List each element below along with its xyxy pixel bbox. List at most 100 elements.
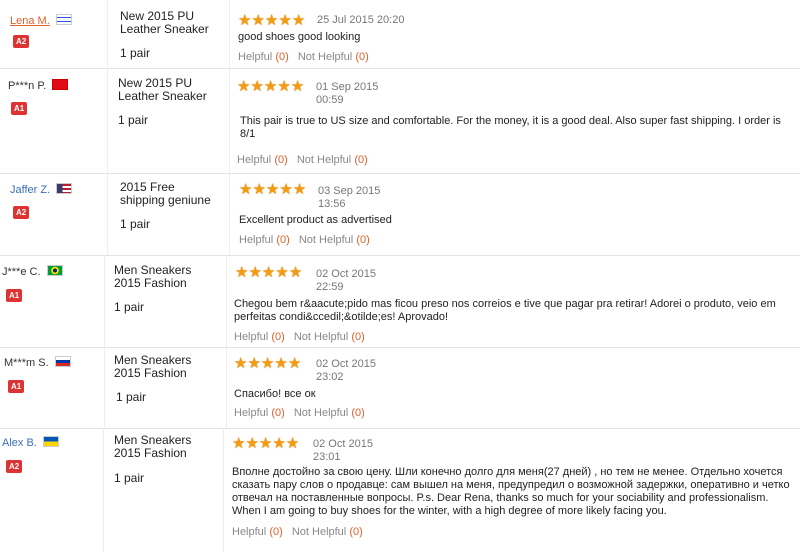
review-date: 01 Sep 2015 00:59 xyxy=(316,81,379,106)
quantity: 1 pair xyxy=(120,46,151,60)
helpful-link[interactable]: Helpful (0) xyxy=(237,154,288,166)
not-helpful-link[interactable]: Not Helpful (0) xyxy=(299,234,370,246)
review-text: Вполне достойно за свою цену. Шли конечн… xyxy=(232,466,790,517)
quantity: 1 pair xyxy=(118,113,149,127)
star-icon: ★ xyxy=(264,12,279,29)
not-helpful-link[interactable]: Not Helpful (0) xyxy=(294,407,365,419)
review-row: Jaffer Z. A2 2015 Free shipping geniune … xyxy=(0,173,800,256)
feedback-links: Helpful (0) Not Helpful (0) xyxy=(234,407,365,419)
reviewer-name: P***n P. xyxy=(8,80,47,92)
star-icon: ★ xyxy=(245,435,259,452)
star-icon: ★ xyxy=(239,181,253,198)
reviewer-name: Jaffer Z. xyxy=(10,184,51,196)
feedback-links: Helpful (0) Not Helpful (0) xyxy=(239,234,370,246)
product-name-link[interactable]: New 2015 PU Leather Sneaker xyxy=(120,10,220,37)
star-icon: ★ xyxy=(251,12,265,29)
star-rating: ★ ★ ★ ★ ★ xyxy=(234,356,301,371)
column-divider xyxy=(104,255,105,347)
star-icon: ★ xyxy=(277,78,291,95)
helpful-link[interactable]: Helpful (0) xyxy=(234,331,285,343)
star-icon: ★ xyxy=(291,12,306,29)
column-divider xyxy=(229,173,230,255)
column-divider xyxy=(226,255,227,347)
reviewer-name: Alex B. xyxy=(2,437,37,449)
helpful-link[interactable]: Helpful (0) xyxy=(232,526,283,538)
review-text: Chegou bem r&aacute;pido mas ficou preso… xyxy=(234,298,776,323)
not-helpful-link[interactable]: Not Helpful (0) xyxy=(298,51,369,63)
helpful-link[interactable]: Helpful (0) xyxy=(234,407,285,419)
review-row: M***m S. A1 Men Sneakers 2015 Fashion Ne… xyxy=(0,347,800,429)
helpful-link[interactable]: Helpful (0) xyxy=(238,51,289,63)
star-icon: ★ xyxy=(261,264,276,281)
star-icon: ★ xyxy=(274,355,288,372)
star-icon: ★ xyxy=(237,78,251,95)
russia-flag-icon xyxy=(54,356,71,367)
usa-flag-icon xyxy=(56,183,73,194)
product-name-link[interactable]: Men Sneakers 2015 Fashion New xyxy=(114,434,214,461)
star-icon: ★ xyxy=(279,181,293,198)
review-row: P***n P. A1 New 2015 PU Leather Sneaker … xyxy=(0,68,800,174)
helpful-link[interactable]: Helpful (0) xyxy=(239,234,290,246)
feedback-links: Helpful (0) Not Helpful (0) xyxy=(238,51,369,63)
reviewer: J***e C. xyxy=(2,265,63,278)
column-divider xyxy=(223,428,224,552)
star-icon: ★ xyxy=(290,78,305,95)
star-icon: ★ xyxy=(288,264,303,281)
product-name-link[interactable]: New 2015 PU Leather Sneaker xyxy=(118,77,218,104)
star-icon: ★ xyxy=(247,355,261,372)
star-rating: ★ ★ ★ ★ ★ xyxy=(237,79,304,94)
column-divider xyxy=(103,428,104,552)
review-text: Excellent product as advertised xyxy=(239,214,392,226)
buyer-level-badge: A2 xyxy=(13,206,30,219)
buyer-level-badge: A1 xyxy=(6,289,23,302)
column-divider xyxy=(226,347,227,428)
star-icon: ★ xyxy=(272,435,286,452)
review-text: good shoes good looking xyxy=(238,31,361,43)
product-name-link[interactable]: Men Sneakers 2015 Fashion New xyxy=(114,264,214,291)
feedback-links: Helpful (0) Not Helpful (0) xyxy=(237,154,368,166)
buyer-level-badge: A2 xyxy=(6,460,23,473)
not-helpful-link[interactable]: Not Helpful (0) xyxy=(294,331,365,343)
star-rating: ★ ★ ★ ★ ★ xyxy=(235,265,302,280)
reviewer: Lena M. xyxy=(10,14,72,27)
star-icon: ★ xyxy=(232,435,246,452)
product-name-link[interactable]: 2015 Free shipping geniune leather ... xyxy=(120,181,220,208)
review-row: J***e C. A1 Men Sneakers 2015 Fashion Ne… xyxy=(0,255,800,348)
star-icon: ★ xyxy=(287,355,302,372)
star-icon: ★ xyxy=(250,78,264,95)
israel-flag-icon xyxy=(55,14,72,25)
reviewer: P***n P. xyxy=(8,79,69,92)
star-icon: ★ xyxy=(260,355,275,372)
column-divider xyxy=(107,0,108,68)
brazil-flag-icon xyxy=(46,265,63,276)
review-row: Alex B. A2 Men Sneakers 2015 Fashion New… xyxy=(0,428,800,552)
star-icon: ★ xyxy=(252,181,266,198)
feedback-links: Helpful (0) Not Helpful (0) xyxy=(232,526,363,538)
buyer-level-badge: A1 xyxy=(11,102,28,115)
product-name-link[interactable]: Men Sneakers 2015 Fashion New xyxy=(114,354,214,381)
review-date: 03 Sep 2015 13:56 xyxy=(318,185,381,210)
star-icon: ★ xyxy=(248,264,262,281)
column-divider xyxy=(229,0,230,68)
reviewer-name: J***e C. xyxy=(2,266,41,278)
reviewer: Jaffer Z. xyxy=(10,183,73,196)
review-date: 25 Jul 2015 20:20 xyxy=(317,14,405,26)
quantity: 1 pair xyxy=(120,217,151,231)
star-icon: ★ xyxy=(238,12,252,29)
star-icon: ★ xyxy=(234,355,248,372)
buyer-level-badge: A1 xyxy=(8,380,25,393)
star-icon: ★ xyxy=(292,181,307,198)
column-divider xyxy=(104,347,105,428)
column-divider xyxy=(107,173,108,255)
star-icon: ★ xyxy=(278,12,292,29)
quantity: 1 pair xyxy=(114,471,145,485)
buyer-level-badge: A2 xyxy=(13,35,30,48)
star-icon: ★ xyxy=(263,78,278,95)
column-divider xyxy=(107,68,108,173)
quantity: 1 pair xyxy=(116,390,147,404)
reviewer-name-link[interactable]: Lena M. xyxy=(10,15,50,27)
reviewer: M***m S. xyxy=(4,356,71,369)
not-helpful-link[interactable]: Not Helpful (0) xyxy=(297,154,368,166)
review-text: This pair is true to US size and comfort… xyxy=(240,115,781,140)
not-helpful-link[interactable]: Not Helpful (0) xyxy=(292,526,363,538)
